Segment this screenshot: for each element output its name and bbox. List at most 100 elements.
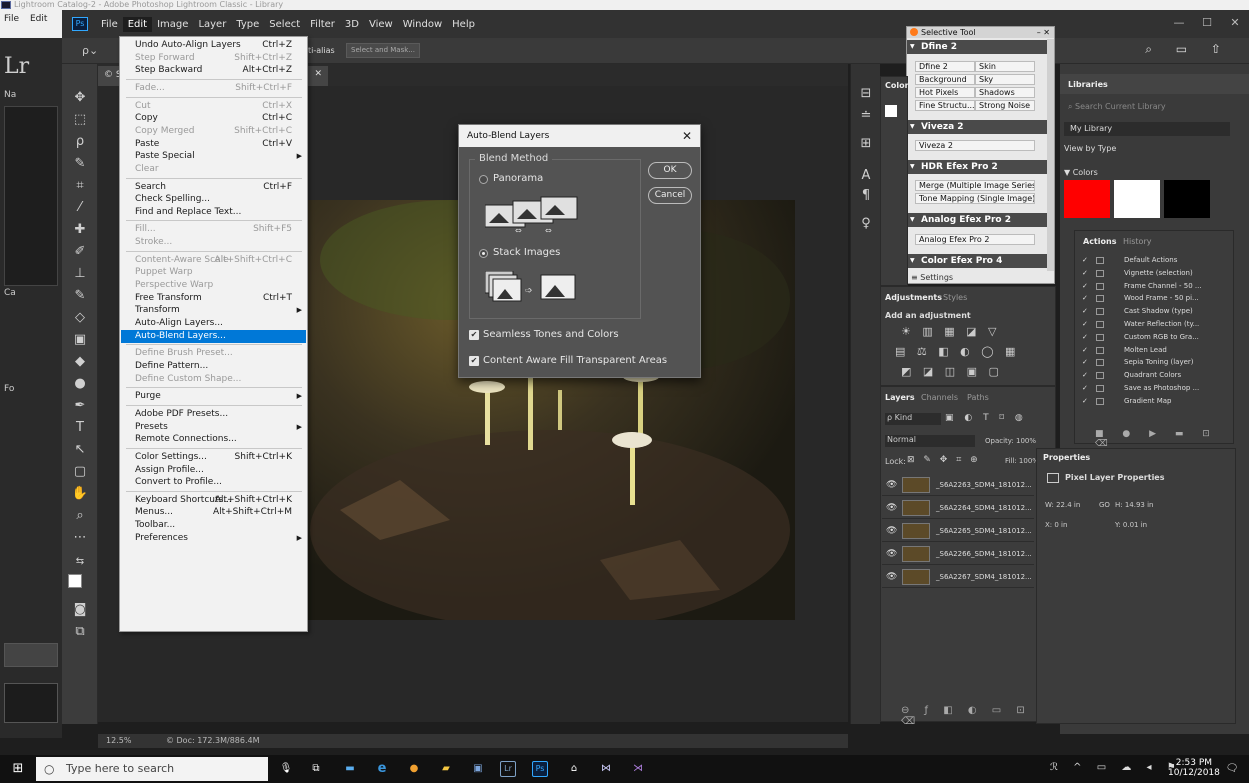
- dfine-skin[interactable]: Skin: [975, 61, 1035, 72]
- edit-menu-item[interactable]: Remote Connections...: [121, 433, 306, 446]
- action-row[interactable]: ✓ Default Actions: [1076, 254, 1216, 267]
- edit-menu-item[interactable]: Adobe PDF Presets...: [121, 408, 306, 421]
- check-icon[interactable]: ✓: [1082, 305, 1088, 318]
- workspace-icons[interactable]: ⌕ ▭ ⇧: [1145, 42, 1231, 57]
- action-row[interactable]: ✓ Save as Photoshop ...: [1076, 382, 1216, 395]
- color-tab[interactable]: Color: [885, 81, 909, 90]
- paragraph-panel-icon[interactable]: ¶: [855, 186, 877, 206]
- pen-tool-icon[interactable]: ✒: [69, 396, 91, 416]
- action-row[interactable]: ✓ Vignette (selection): [1076, 267, 1216, 280]
- check-icon[interactable]: ✓: [1082, 356, 1088, 369]
- edit-menu-item[interactable]: Paste Ctrl+V: [121, 138, 306, 151]
- lasso-tool-icon[interactable]: ρ⌄: [82, 44, 98, 57]
- antialias-label[interactable]: ti-alias: [308, 46, 335, 55]
- eraser-icon[interactable]: ◇: [69, 308, 91, 328]
- edit-menu-item[interactable]: Purge ▶: [121, 390, 306, 403]
- edit-menu-item[interactable]: Assign Profile...: [121, 464, 306, 477]
- action-row[interactable]: ✓ Sepia Toning (layer): [1076, 356, 1216, 369]
- seamless-label[interactable]: Seamless Tones and Colors: [483, 329, 619, 340]
- photoshop-task-icon[interactable]: Ps: [532, 761, 548, 777]
- action-row[interactable]: ✓ Wood Frame - 50 pi...: [1076, 292, 1216, 305]
- lasso-icon[interactable]: ρ: [69, 132, 91, 152]
- panorama-label[interactable]: Panorama: [493, 173, 543, 184]
- adjust-panel-icon[interactable]: ≐: [855, 106, 877, 126]
- edit-menu-item[interactable]: Copy Ctrl+C: [121, 112, 306, 125]
- action-row[interactable]: ✓ Cast Shadow (type): [1076, 305, 1216, 318]
- visual-studio-code-icon[interactable]: ⋈: [596, 759, 616, 779]
- swap-colors-icon[interactable]: ⇆: [69, 552, 91, 574]
- dfine-shadows[interactable]: Shadows: [975, 87, 1035, 98]
- check-icon[interactable]: ✓: [1082, 369, 1088, 382]
- folder-icon[interactable]: ▰: [436, 759, 456, 779]
- maximize-icon[interactable]: ☐: [1193, 16, 1221, 32]
- more-tools-icon[interactable]: ⋯: [69, 528, 91, 548]
- edit-menu-item[interactable]: Auto-Blend Layers...: [121, 329, 306, 343]
- chrome-icon[interactable]: ●: [404, 759, 424, 779]
- minimize-icon[interactable]: —: [1165, 16, 1193, 32]
- channels-tab[interactable]: Channels: [921, 393, 958, 402]
- visual-studio-icon[interactable]: ⋊: [628, 759, 648, 779]
- dialog-toggle-icon[interactable]: [1096, 321, 1104, 328]
- notification-icon[interactable]: 🗨: [1222, 759, 1242, 779]
- select-and-mask-button[interactable]: Select and Mask...: [346, 43, 420, 58]
- history-panel-icon[interactable]: ⊟: [855, 84, 877, 104]
- zoom-level[interactable]: 12.5%: [106, 736, 131, 745]
- history-brush-icon[interactable]: ✎: [69, 286, 91, 306]
- edit-menu-item[interactable]: Define Pattern...: [121, 360, 306, 373]
- actions-tab[interactable]: Actions: [1083, 237, 1116, 246]
- lightbulb-icon[interactable]: ♀: [855, 214, 877, 234]
- edit-menu-item[interactable]: Undo Auto-Align Layers Ctrl+Z: [121, 39, 306, 52]
- tray-icons[interactable]: ℛ ^ ▭ ☁ ◂ ⚑: [1050, 762, 1182, 773]
- ps-menu-edit[interactable]: Edit: [122, 16, 153, 32]
- edit-menu-item[interactable]: Paste Special ▶: [121, 150, 306, 163]
- ps-menu-help[interactable]: Help: [447, 17, 480, 32]
- stamp-tool-icon[interactable]: ⊥: [69, 264, 91, 284]
- dfine-main[interactable]: Dfine 2: [915, 61, 975, 72]
- layer-row[interactable]: 👁 _S6A2265_SDM4_181012...: [882, 520, 1034, 542]
- eye-icon[interactable]: 👁: [886, 497, 897, 519]
- edit-menu-item[interactable]: Check Spelling...: [121, 193, 306, 206]
- lr-catalog-header[interactable]: Ca: [4, 288, 58, 302]
- path-select-icon[interactable]: ↖: [69, 440, 91, 460]
- swatch-white[interactable]: [1114, 180, 1160, 218]
- selective-tool-close-icon[interactable]: – ✕: [1037, 27, 1050, 38]
- foreground-color-swatch[interactable]: [68, 574, 82, 588]
- ps-menu-window[interactable]: Window: [398, 17, 447, 32]
- shape-tool-icon[interactable]: ▢: [69, 462, 91, 482]
- viveza-section[interactable]: Viveza 2: [907, 120, 1047, 134]
- color-efex-section[interactable]: Color Efex Pro 4: [907, 254, 1047, 268]
- check-icon[interactable]: ✓: [1082, 267, 1088, 280]
- analog-main[interactable]: Analog Efex Pro 2: [915, 234, 1035, 245]
- windows-start-icon[interactable]: ⊞: [8, 759, 28, 779]
- move-tool-icon[interactable]: ✥: [69, 88, 91, 108]
- adjustment-icons-row3[interactable]: ◩ ◪ ◫ ▣ ▢: [901, 365, 1003, 378]
- adjustment-icons-row1[interactable]: ☀ ▥ ▦ ◪ ▽: [901, 325, 1001, 338]
- blur-tool-icon[interactable]: ◆: [69, 352, 91, 372]
- content-aware-checkbox[interactable]: ✔: [469, 356, 479, 366]
- library-search[interactable]: ⌕ Search Current Library: [1064, 102, 1234, 114]
- dialog-toggle-icon[interactable]: [1096, 282, 1104, 290]
- color-fg-swatch[interactable]: [885, 105, 897, 117]
- lr-import-button[interactable]: [4, 643, 58, 667]
- layers-tab[interactable]: Layers: [885, 393, 915, 402]
- adjustments-tab[interactable]: Adjustments: [885, 293, 942, 302]
- layer-row[interactable]: 👁 _S6A2263_SDM4_181012...: [882, 474, 1034, 496]
- ps-menu-image[interactable]: Image: [152, 17, 193, 32]
- eye-icon[interactable]: 👁: [886, 543, 897, 565]
- edit-menu-item[interactable]: Preferences ▶: [121, 532, 306, 545]
- lr-folders-header[interactable]: Fo: [4, 384, 58, 398]
- crop-tool-icon[interactable]: ⌗: [69, 176, 91, 196]
- ps-menu-view[interactable]: View: [364, 17, 398, 32]
- check-icon[interactable]: ✓: [1082, 344, 1088, 357]
- viveza-main[interactable]: Viveza 2: [915, 140, 1035, 151]
- properties-panel-icon[interactable]: ⊞: [855, 134, 877, 154]
- layer-filter-icons[interactable]: ▣ ◐ T ⌑ ◍: [945, 413, 1027, 423]
- check-icon[interactable]: ✓: [1082, 318, 1088, 331]
- ps-menu-file[interactable]: File: [96, 17, 123, 32]
- layer-row[interactable]: 👁 _S6A2267_SDM4_181012...: [882, 566, 1034, 588]
- properties-tab[interactable]: Properties: [1043, 453, 1090, 462]
- content-aware-label[interactable]: Content Aware Fill Transparent Areas: [483, 355, 667, 366]
- styles-tab[interactable]: Styles: [943, 293, 967, 302]
- dialog-toggle-icon[interactable]: [1096, 257, 1104, 264]
- dialog-toggle-icon[interactable]: [1096, 359, 1104, 367]
